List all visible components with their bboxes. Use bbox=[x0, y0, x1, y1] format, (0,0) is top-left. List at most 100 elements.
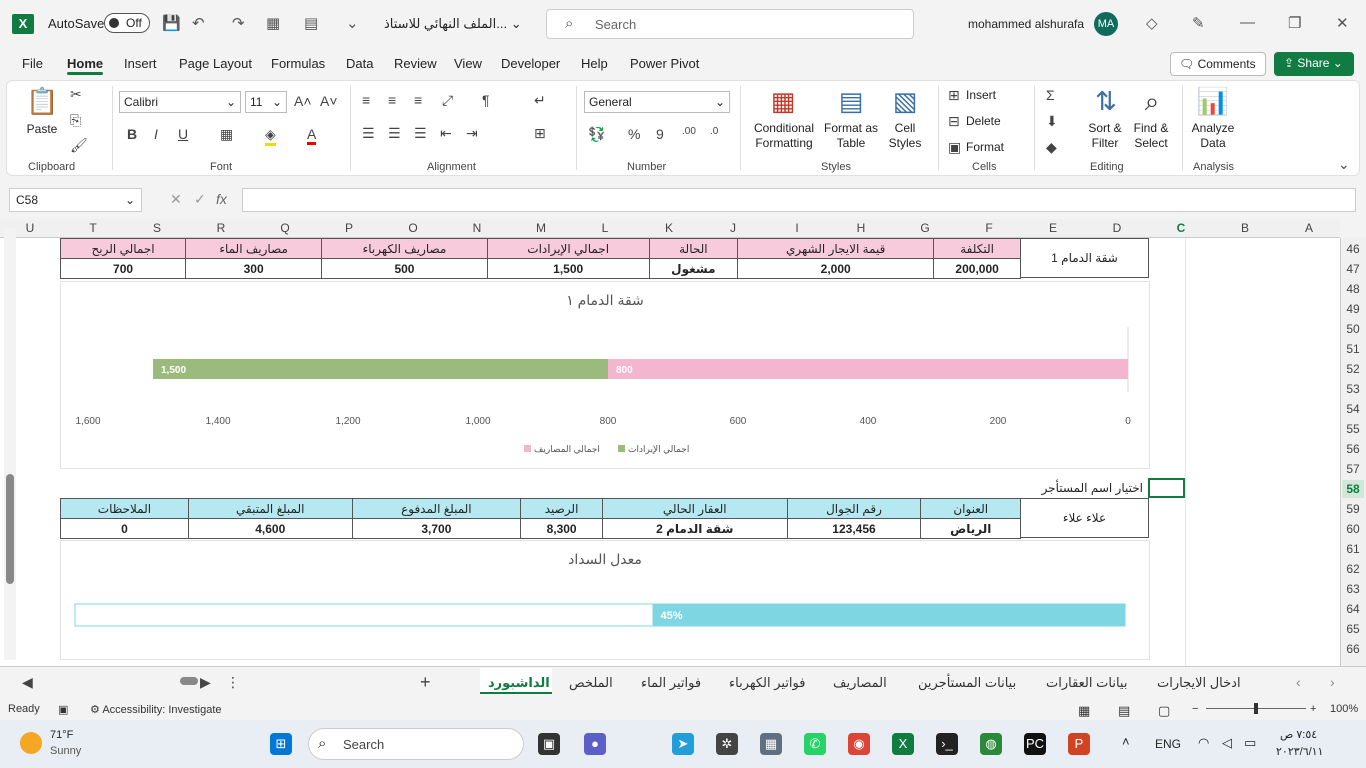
sheet-tab-expenses[interactable]: المصاريف bbox=[833, 675, 887, 691]
minimize-icon[interactable]: — bbox=[1240, 14, 1255, 31]
column-header-k[interactable]: K bbox=[659, 221, 679, 235]
redo-icon[interactable]: ↷ bbox=[232, 14, 245, 32]
scroll-right-icon[interactable]: ▶ bbox=[200, 674, 211, 691]
paste-icon[interactable]: 📋 bbox=[26, 86, 58, 117]
row-header-52[interactable]: 52 bbox=[1342, 360, 1364, 378]
name-box[interactable]: C58 ⌄ bbox=[9, 188, 142, 212]
fill-color-icon[interactable]: ◈ bbox=[265, 126, 276, 146]
align-right-icon[interactable]: ☰ bbox=[414, 125, 427, 142]
row-header-56[interactable]: 56 bbox=[1342, 440, 1364, 458]
kpi-value-cell[interactable]: 200,000 bbox=[933, 258, 1021, 279]
column-header-p[interactable]: P bbox=[339, 221, 359, 235]
row-header-54[interactable]: 54 bbox=[1342, 400, 1364, 418]
sort-filter-button[interactable]: Sort & Filter bbox=[1082, 121, 1128, 151]
decrease-font-icon[interactable]: A˅ bbox=[320, 93, 338, 109]
page-break-view-icon[interactable]: ▢ bbox=[1158, 703, 1170, 719]
merge-center-icon[interactable]: ⊞ bbox=[534, 125, 546, 142]
font-color-icon[interactable]: A bbox=[307, 126, 317, 145]
conditional-formatting-button[interactable]: Conditional Formatting bbox=[748, 121, 820, 151]
decrease-decimal-icon[interactable]: .0 bbox=[710, 126, 718, 137]
telegram-icon[interactable]: ➤ bbox=[672, 733, 694, 755]
align-top-icon[interactable]: ≡ bbox=[362, 92, 370, 108]
kpi-header-cell[interactable]: المبلغ المتبقي bbox=[187, 498, 353, 519]
sheet-tab-properties[interactable]: بيانات العقارات bbox=[1046, 675, 1127, 691]
sheet-tab-electricity-bills[interactable]: فواتير الكهرباء bbox=[729, 675, 805, 691]
cut-icon[interactable]: ✂ bbox=[70, 86, 82, 103]
insert-cells-icon[interactable]: ⊞ bbox=[948, 87, 960, 104]
calculator-icon[interactable]: ▦ bbox=[760, 733, 782, 755]
battery-icon[interactable]: ▭ bbox=[1244, 735, 1256, 751]
kpi-value-cell[interactable]: 123,456 bbox=[786, 518, 922, 539]
tab-data[interactable]: Data bbox=[346, 56, 373, 71]
diamond-icon[interactable]: ◇ bbox=[1146, 14, 1158, 32]
kpi-header-cell[interactable]: مصاريف الماء bbox=[185, 238, 323, 259]
column-header-d[interactable]: D bbox=[1107, 221, 1127, 235]
row-header-62[interactable]: 62 bbox=[1342, 560, 1364, 578]
blank-columns[interactable] bbox=[1185, 238, 1340, 666]
kpi-header-cell[interactable]: مصاريف الكهرباء bbox=[321, 238, 488, 259]
find-select-icon[interactable]: ⌕ bbox=[1136, 86, 1168, 118]
property-chart[interactable]: شقة الدمام ١ 800 1,500 0 200 400 600 800 1,000 1… bbox=[60, 281, 1150, 469]
column-header-h[interactable]: H bbox=[851, 221, 871, 235]
meet-icon[interactable]: ● bbox=[584, 733, 606, 755]
macro-record-icon[interactable]: ▣ bbox=[58, 703, 68, 716]
bold-icon[interactable]: B bbox=[127, 126, 137, 142]
tab-scroll-left-icon[interactable]: ‹ bbox=[1296, 674, 1301, 690]
borders-icon[interactable]: ▦ bbox=[220, 126, 233, 143]
font-family-select[interactable]: Calibri ⌄ bbox=[119, 91, 241, 113]
row-header-64[interactable]: 64 bbox=[1342, 600, 1364, 618]
tab-review[interactable]: Review bbox=[394, 56, 437, 71]
tab-insert[interactable]: Insert bbox=[124, 56, 157, 71]
column-header-c[interactable]: C bbox=[1171, 221, 1191, 235]
column-header-t[interactable]: T bbox=[83, 221, 103, 235]
kpi-value-cell[interactable]: مشغول bbox=[648, 258, 739, 279]
underline-icon[interactable]: U bbox=[178, 126, 188, 142]
kpi-header-cell[interactable]: التكلفة bbox=[933, 238, 1021, 259]
row-header-48[interactable]: 48 bbox=[1342, 280, 1364, 298]
zoom-in-icon[interactable]: + bbox=[1310, 703, 1316, 715]
insert-cells-button[interactable]: Insert bbox=[966, 88, 996, 103]
scrollbar-thumb[interactable] bbox=[6, 474, 14, 584]
autosum-icon[interactable]: Σ bbox=[1046, 87, 1055, 103]
decrease-indent-icon[interactable]: ⇤ bbox=[440, 125, 452, 142]
increase-decimal-icon[interactable]: .00 bbox=[682, 126, 696, 137]
zoom-out-icon[interactable]: − bbox=[1192, 703, 1198, 715]
vertical-scrollbar[interactable] bbox=[4, 228, 16, 660]
payment-rate-chart[interactable]: معدل السداد 45% bbox=[60, 540, 1150, 660]
clock-date[interactable]: ٢٠٢٣/٦/١١ bbox=[1276, 745, 1323, 758]
search-box[interactable]: ⌕ Search bbox=[546, 9, 914, 39]
tab-file[interactable]: File bbox=[22, 56, 43, 71]
property-name-cell[interactable]: شقة الدمام 1 bbox=[1020, 238, 1149, 278]
tab-home[interactable]: Home bbox=[67, 56, 103, 71]
powerpoint-icon[interactable]: P bbox=[1068, 733, 1090, 755]
accounting-format-icon[interactable]: 💱 bbox=[588, 126, 605, 143]
row-header-47[interactable]: 47 bbox=[1342, 260, 1364, 278]
wrap-text-icon[interactable]: ↵ bbox=[534, 92, 546, 109]
kpi-value-cell[interactable]: 3,700 bbox=[351, 518, 522, 539]
language-indicator[interactable]: ENG bbox=[1155, 737, 1181, 751]
confirm-entry-icon[interactable]: ✓ bbox=[194, 191, 206, 208]
cell-styles-icon[interactable]: ▧ bbox=[888, 86, 922, 117]
analyze-data-icon[interactable]: 📊 bbox=[1196, 86, 1230, 117]
format-painter-icon[interactable]: 🖌 bbox=[70, 137, 88, 154]
fill-icon[interactable]: ⬇ bbox=[1046, 113, 1058, 130]
tab-page-layout[interactable]: Page Layout bbox=[179, 56, 252, 71]
accessibility-status[interactable]: ⚙ Accessibility: Investigate bbox=[90, 703, 222, 716]
sheet-tab-dashboard[interactable]: الداشبورد bbox=[488, 675, 550, 691]
delete-cells-button[interactable]: Delete bbox=[966, 114, 1001, 129]
kpi-header-cell[interactable]: اجمالي الإيرادات bbox=[486, 238, 650, 259]
row-header-66[interactable]: 66 bbox=[1342, 640, 1364, 658]
column-header-f[interactable]: F bbox=[979, 221, 999, 235]
kpi-value-cell[interactable]: 2,000 bbox=[737, 258, 935, 279]
autosave-toggle[interactable]: Off bbox=[104, 13, 150, 33]
tab-developer[interactable]: Developer bbox=[501, 56, 560, 71]
selected-cell-c58[interactable] bbox=[1148, 478, 1185, 498]
row-header-65[interactable]: 65 bbox=[1342, 620, 1364, 638]
column-header-o[interactable]: O bbox=[403, 221, 423, 235]
cancel-entry-icon[interactable]: ✕ bbox=[170, 191, 182, 208]
column-header-i[interactable]: I bbox=[787, 221, 807, 235]
column-header-u[interactable]: U bbox=[20, 221, 40, 235]
whatsapp-icon[interactable]: ✆ bbox=[804, 733, 826, 755]
kpi-value-cell[interactable]: شقة الدمام 2 bbox=[601, 518, 788, 539]
kpi-value-cell[interactable]: 0 bbox=[60, 518, 189, 539]
